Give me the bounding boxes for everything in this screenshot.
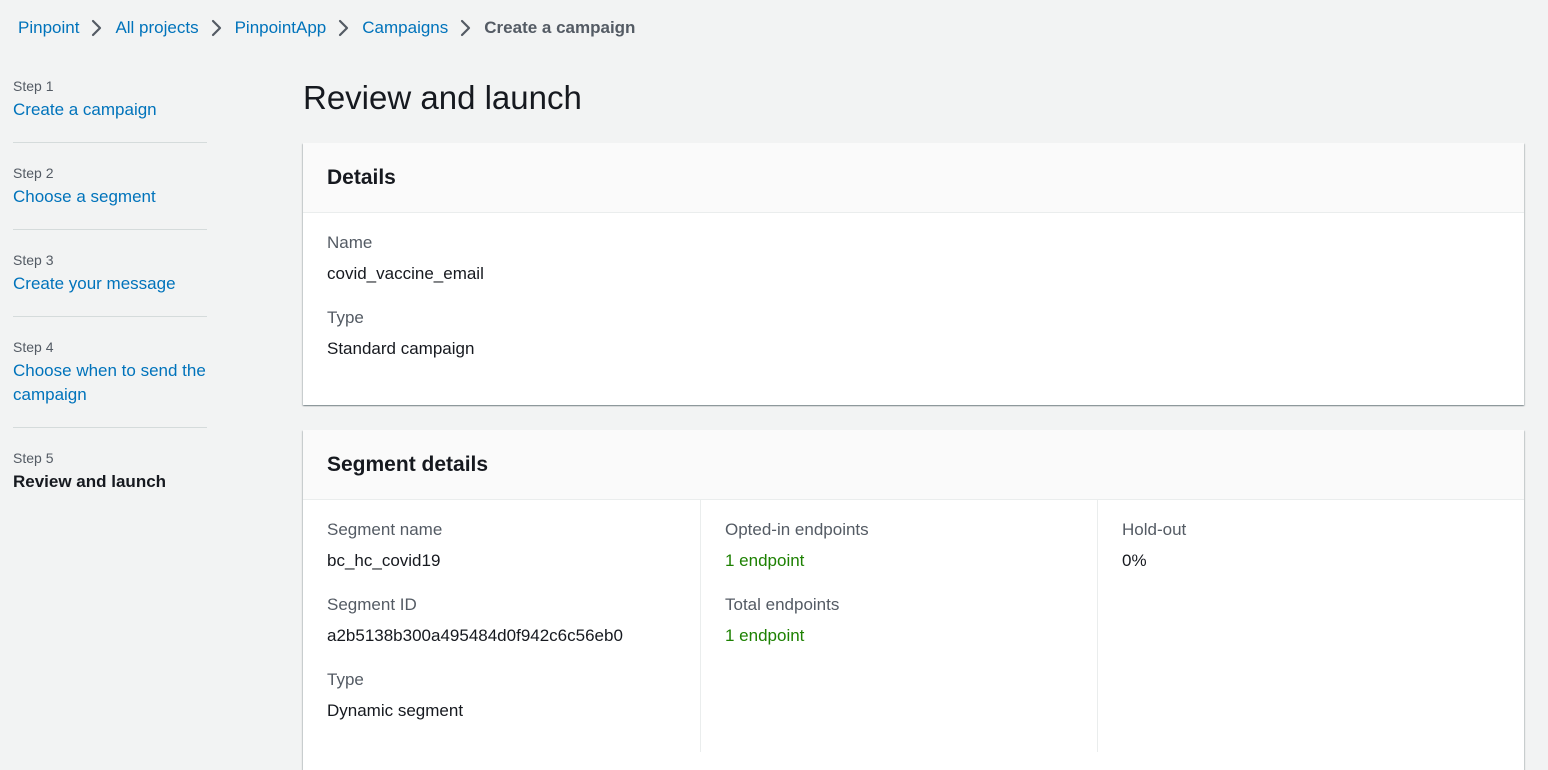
breadcrumb: Pinpoint All projects PinpointApp Campai…	[18, 16, 635, 40]
segment-type-label: Type	[327, 670, 364, 689]
step-link-choose-when[interactable]: Choose when to send the campaign	[13, 359, 207, 407]
breadcrumb-all-projects-link[interactable]: All projects	[115, 18, 198, 38]
campaign-type-value: Standard campaign	[327, 339, 475, 358]
details-panel: Details Name covid_vaccine_email Type St…	[303, 143, 1524, 405]
details-panel-body: Name covid_vaccine_email Type Standard c…	[303, 213, 1524, 405]
wizard-step-4: Step 4 Choose when to send the campaign	[13, 337, 207, 428]
chevron-right-icon	[332, 18, 356, 38]
step-link-choose-segment[interactable]: Choose a segment	[13, 185, 207, 209]
segment-id-value: a2b5138b300a495484d0f942c6c56eb0	[327, 626, 623, 645]
campaign-name-label: Name	[327, 233, 373, 252]
wizard-step-5: Step 5 Review and launch	[13, 448, 207, 514]
breadcrumb-pinpointapp-link[interactable]: PinpointApp	[235, 18, 327, 38]
segment-name-value: bc_hc_covid19	[327, 551, 441, 570]
segment-name-label: Segment name	[327, 520, 443, 539]
step-number: Step 5	[13, 450, 54, 466]
segment-columns: Segment name bc_hc_covid19 Segment ID a2…	[303, 500, 1524, 752]
chevron-right-icon	[85, 18, 109, 38]
segment-type-value: Dynamic segment	[327, 701, 464, 720]
step-number: Step 4	[13, 339, 54, 355]
campaign-name-value: covid_vaccine_email	[327, 264, 484, 283]
breadcrumb-current: Create a campaign	[484, 18, 636, 37]
opted-in-endpoints-value: 1 endpoint	[725, 551, 805, 570]
segment-heading: Segment details	[327, 452, 489, 476]
segment-column-info: Segment name bc_hc_covid19 Segment ID a2…	[303, 500, 700, 752]
segment-column-endpoints: Opted-in endpoints 1 endpoint Total endp…	[700, 500, 1097, 752]
step-link-create-campaign[interactable]: Create a campaign	[13, 98, 207, 122]
step-link-create-message[interactable]: Create your message	[13, 272, 207, 296]
total-endpoints-value: 1 endpoint	[725, 626, 805, 645]
wizard-steps: Step 1 Create a campaign Step 2 Choose a…	[13, 76, 207, 534]
opted-in-endpoints-label: Opted-in endpoints	[725, 520, 869, 539]
step-number: Step 3	[13, 252, 54, 268]
segment-panel-header: Segment details	[303, 430, 1524, 500]
campaign-type-label: Type	[327, 308, 364, 327]
chevron-right-icon	[454, 18, 478, 38]
breadcrumb-pinpoint-link[interactable]: Pinpoint	[18, 18, 79, 38]
segment-column-holdout: Hold-out 0%	[1097, 500, 1494, 752]
step-number: Step 2	[13, 165, 54, 181]
holdout-value: 0%	[1122, 551, 1147, 570]
total-endpoints-label: Total endpoints	[725, 595, 840, 614]
page-title: Review and launch	[303, 79, 582, 116]
breadcrumb-campaigns-link[interactable]: Campaigns	[362, 18, 448, 38]
details-heading: Details	[327, 165, 396, 189]
segment-id-label: Segment ID	[327, 595, 417, 614]
wizard-step-3: Step 3 Create your message	[13, 250, 207, 317]
holdout-label: Hold-out	[1122, 520, 1187, 539]
wizard-step-1: Step 1 Create a campaign	[13, 76, 207, 143]
chevron-right-icon	[205, 18, 229, 38]
details-panel-header: Details	[303, 143, 1524, 213]
wizard-step-2: Step 2 Choose a segment	[13, 163, 207, 230]
segment-details-panel: Segment details Segment name bc_hc_covid…	[303, 430, 1524, 770]
step-current-review-launch: Review and launch	[13, 472, 167, 491]
step-number: Step 1	[13, 78, 54, 94]
